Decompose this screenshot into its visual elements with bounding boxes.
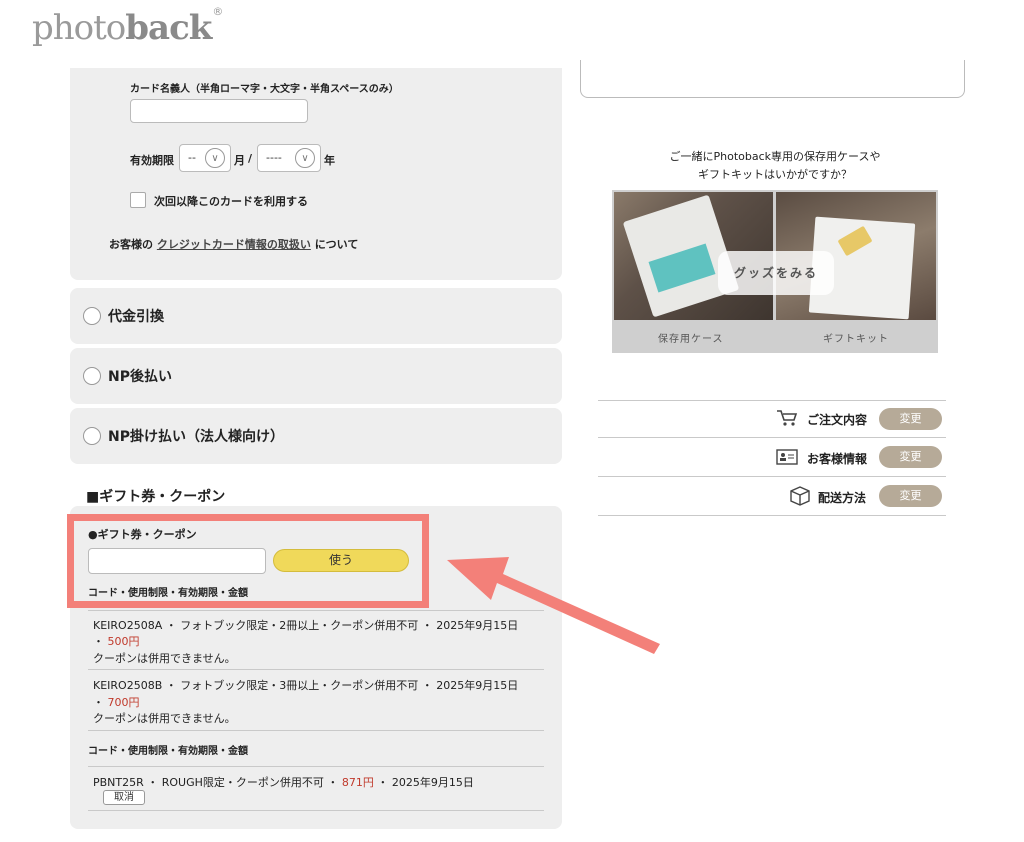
promo-text-line2: ギフトキットはいかがですか？: [698, 168, 852, 181]
payment-option-cod[interactable]: 代金引換: [70, 288, 562, 344]
caption-storage-case: 保存用ケース: [658, 334, 724, 345]
coupon-price: 500円: [107, 635, 140, 648]
card-holder-input[interactable]: [130, 99, 308, 123]
change-shipping-button[interactable]: 変更: [879, 485, 942, 507]
save-card-label: 次回以降このカードを利用する: [154, 195, 308, 208]
caption-gift-kit: ギフトキット: [823, 334, 889, 345]
year-unit: 年: [324, 154, 335, 167]
photoback-logo[interactable]: photoback®: [32, 4, 223, 48]
coupon-row-1-amount: ・ 500円: [93, 633, 140, 649]
view-goods-button[interactable]: グッズをみる: [718, 251, 834, 295]
divider: [88, 810, 544, 811]
box-icon: [789, 485, 811, 511]
applied-coupon-header: コード・使用制限・有効期限・金額: [88, 746, 248, 757]
payment-option-label: 代金引換: [108, 309, 164, 325]
divider: [598, 515, 946, 516]
cancel-coupon-button[interactable]: 取消: [103, 790, 145, 805]
payment-option-label: NP掛け払い（法人様向け）: [108, 429, 284, 445]
highlight-box: [67, 514, 429, 608]
cart-icon: [776, 409, 798, 431]
divider: [88, 610, 544, 611]
card-info-text: お客様の クレジットカード情報の取扱い について: [109, 236, 358, 252]
card-holder-label: カード名義人（半角ローマ字・大文字・半角スペースのみ）: [130, 84, 399, 95]
coupon-row-1-detail: KEIRO2508A ・ フォトブック限定・2冊以上・クーポン併用不可 ・ 20…: [93, 619, 519, 632]
change-order-button[interactable]: 変更: [879, 408, 942, 430]
coupon-row-2-detail: KEIRO2508B ・ フォトブック限定・3冊以上・クーポン併用不可 ・ 20…: [93, 679, 519, 692]
logo-light: photo: [32, 8, 126, 48]
divider: [88, 669, 544, 670]
customer-info-label: お客様情報: [807, 452, 868, 466]
divider: [598, 476, 946, 477]
payment-option-label: NP後払い: [108, 369, 172, 385]
month-value: --: [188, 151, 196, 164]
logo-bold: back: [125, 8, 212, 48]
payment-option-np-corporate[interactable]: NP掛け払い（法人様向け）: [70, 408, 562, 464]
id-card-icon: [776, 449, 798, 469]
radio-button[interactable]: [83, 307, 101, 325]
payment-option-np-deferred[interactable]: NP後払い: [70, 348, 562, 404]
month-unit: 月: [234, 154, 245, 167]
promo-text-line1: ご一緒にPhotoback専用の保存用ケースや: [669, 150, 881, 163]
applied-coupon-expiry: ・ 2025年9月15日: [373, 776, 474, 789]
divider: [598, 437, 946, 438]
logo-mark: ®: [212, 4, 223, 18]
radio-button[interactable]: [83, 427, 101, 445]
coupon-row-2-amount: ・ 700円: [93, 694, 140, 710]
coupon-section-title: ■ギフト券・クーポン: [86, 489, 226, 505]
shipping-method-label: 配送方法: [818, 491, 867, 505]
applied-coupon-price: 871円: [341, 776, 374, 789]
coupon-row-2-note: クーポンは併用できません。: [93, 712, 236, 725]
divider: [598, 400, 946, 401]
coupon-price: 700円: [107, 696, 140, 709]
save-card-checkbox[interactable]: [130, 192, 146, 208]
expiry-label: 有効期限: [130, 154, 174, 167]
summary-box: [580, 60, 965, 98]
expiry-separator: /: [248, 152, 253, 165]
expiry-month-select[interactable]: -- ∨: [179, 144, 231, 172]
chevron-down-icon: ∨: [295, 148, 315, 168]
card-info-link[interactable]: クレジットカード情報の取扱い: [157, 238, 311, 251]
amount-prefix: ・: [93, 635, 108, 648]
divider: [88, 766, 544, 767]
coupon-row-1-note: クーポンは併用できません。: [93, 652, 236, 665]
card-info-suffix: について: [314, 238, 359, 251]
order-details-label: ご注文内容: [807, 413, 868, 427]
year-value: ----: [266, 151, 282, 164]
change-customer-button[interactable]: 変更: [879, 446, 942, 468]
chevron-down-icon: ∨: [205, 148, 225, 168]
divider: [88, 730, 544, 731]
card-info-prefix: お客様の: [109, 238, 153, 251]
amount-prefix: ・: [93, 696, 108, 709]
applied-coupon-detail: PBNT25R ・ ROUGH限定・クーポン併用不可 ・: [93, 776, 342, 789]
expiry-year-select[interactable]: ---- ∨: [257, 144, 321, 172]
radio-button[interactable]: [83, 367, 101, 385]
applied-coupon-row: PBNT25R ・ ROUGH限定・クーポン併用不可 ・ 871円 ・ 2025…: [93, 774, 474, 790]
